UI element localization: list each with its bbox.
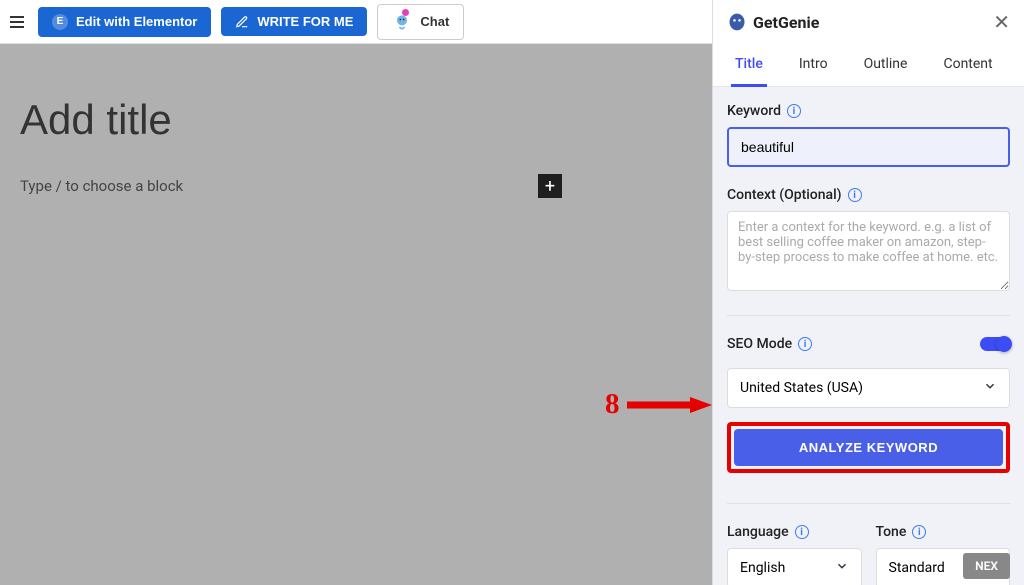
seo-mode-label: SEO Mode i [727,336,812,352]
seo-mode-row: SEO Mode i [727,336,1010,352]
tone-label: Tone i [876,524,1011,540]
add-block-button[interactable]: + [538,174,562,198]
block-prompt-text: Type / to choose a block [20,177,183,195]
country-selected-value: United States (USA) [740,380,863,396]
analyze-highlight: ANALYZE KEYWORD [727,422,1010,473]
getgenie-logo-icon [727,12,747,32]
tone-selected-value: Standard [889,560,945,576]
language-field: Language i English [727,524,862,585]
write-for-me-button[interactable]: WRITE FOR ME [221,7,367,36]
context-label: Context (Optional) i [727,187,1010,203]
country-select[interactable]: United States (USA) [727,368,1010,408]
tab-content[interactable]: Content [939,48,996,87]
brand: GetGenie [727,12,819,32]
keyword-field-group: Keyword i [727,103,1010,167]
elementor-icon: E [52,14,68,30]
edit-with-elementor-label: Edit with Elementor [76,14,197,29]
panel-header: GetGenie ✕ [713,0,1024,40]
notification-dot-icon [402,9,409,16]
seo-mode-toggle[interactable] [980,337,1010,351]
tab-title[interactable]: Title [731,48,767,87]
panel-body: Keyword i Context (Optional) i SEO Mode … [713,87,1024,585]
close-icon[interactable]: ✕ [993,12,1010,32]
pen-icon [235,15,249,29]
info-icon[interactable]: i [795,525,809,539]
tab-outline[interactable]: Outline [860,48,912,87]
info-icon[interactable]: i [912,525,926,539]
info-icon[interactable]: i [848,188,862,202]
chat-label: Chat [420,14,449,29]
language-selected-value: English [740,560,785,576]
post-title-input[interactable] [20,96,692,144]
info-icon[interactable]: i [787,104,801,118]
edit-with-elementor-button[interactable]: E Edit with Elementor [38,7,211,37]
info-icon[interactable]: i [798,337,812,351]
context-field-group: Context (Optional) i [727,187,1010,295]
seo-section: SEO Mode i United States (USA) ANALYZE K… [727,315,1010,473]
write-for-me-label: WRITE FOR ME [257,14,353,29]
keyword-input[interactable] [727,127,1010,167]
toggle-knob-icon [996,336,1012,352]
chevron-down-icon [835,559,849,577]
analyze-keyword-button[interactable]: ANALYZE KEYWORD [734,429,1003,466]
language-select[interactable]: English [727,548,862,585]
brand-name: GetGenie [753,13,819,32]
panel-tabs: Title Intro Outline Content [713,40,1024,87]
hamburger-menu-icon[interactable] [8,12,28,32]
chevron-down-icon [983,379,997,397]
editor-area: Type / to choose a block + [0,44,712,585]
getgenie-side-panel: GetGenie ✕ Title Intro Outline Content K… [712,0,1024,585]
context-textarea[interactable] [727,211,1010,291]
tab-intro[interactable]: Intro [795,48,832,87]
language-label: Language i [727,524,862,540]
chat-button[interactable]: Chat [377,4,464,40]
next-button[interactable]: NEX [963,553,1010,579]
keyword-label: Keyword i [727,103,1010,119]
